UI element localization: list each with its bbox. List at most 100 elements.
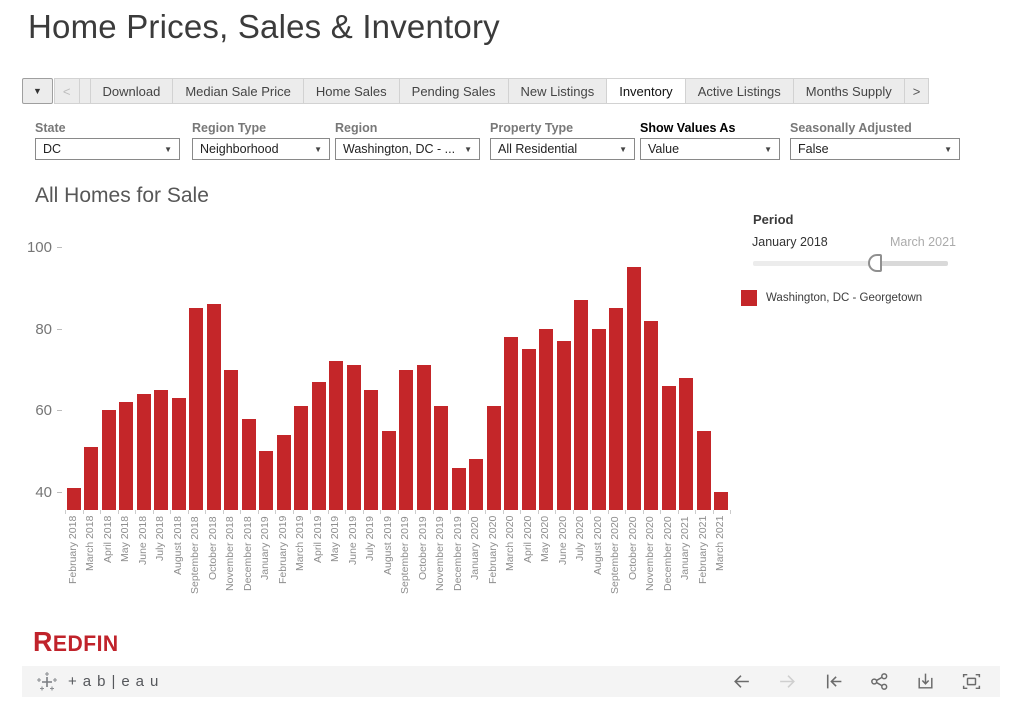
x-tick-mark (730, 510, 731, 514)
tab-inventory[interactable]: Inventory (606, 78, 685, 104)
x-tick-mark (118, 510, 119, 514)
bar-november-2020[interactable] (644, 321, 658, 511)
bar-november-2019[interactable] (434, 406, 448, 510)
filter-dropdown-seasonally-adjusted[interactable]: False▼ (790, 138, 960, 160)
bar-august-2018[interactable] (172, 398, 186, 510)
bar-july-2018[interactable] (154, 390, 168, 510)
tableau-logo[interactable]: +ab|eau (36, 671, 164, 693)
reset-button[interactable] (823, 671, 844, 692)
tab-new-listings[interactable]: New Listings (508, 78, 608, 104)
tab-home-sales[interactable]: Home Sales (303, 78, 400, 104)
legend-item[interactable]: Washington, DC - Georgetown (741, 290, 922, 306)
bar-january-2019[interactable] (259, 451, 273, 510)
filter-dropdown-region-type[interactable]: Neighborhood▼ (192, 138, 330, 160)
period-slider-track-right[interactable] (873, 261, 948, 266)
bar-january-2021[interactable] (679, 378, 693, 510)
x-tick-label: September 2019 (399, 516, 411, 606)
tabs-scroll-right-button[interactable]: > (904, 78, 930, 104)
period-slider-track[interactable] (753, 261, 873, 266)
x-tick-label: July 2020 (574, 516, 586, 606)
bar-july-2019[interactable] (364, 390, 378, 510)
bar-january-2020[interactable] (469, 459, 483, 510)
bar-december-2020[interactable] (662, 386, 676, 510)
fullscreen-button[interactable] (961, 671, 982, 692)
bar-september-2020[interactable] (609, 308, 623, 510)
tabs-scroll-left-button[interactable]: < (54, 78, 80, 104)
bar-march-2021[interactable] (714, 492, 728, 510)
reset-view-icon (823, 671, 844, 692)
tab-download[interactable]: Download (90, 78, 174, 104)
tab-list: DownloadMedian Sale PriceHome SalesPendi… (91, 78, 905, 104)
bar-march-2018[interactable] (84, 447, 98, 510)
redfin-logo: REDFIN (33, 626, 119, 658)
bar-september-2019[interactable] (399, 370, 413, 511)
bar-august-2020[interactable] (592, 329, 606, 510)
filter-dropdown-region[interactable]: Washington, DC - ...▼ (335, 138, 480, 160)
bar-september-2018[interactable] (189, 308, 203, 510)
filter-label-show-values-as: Show Values As (640, 121, 735, 135)
x-tick-mark (345, 510, 346, 514)
bar-february-2019[interactable] (277, 435, 291, 510)
tab-median-sale-price[interactable]: Median Sale Price (172, 78, 304, 104)
download-button[interactable] (915, 671, 936, 692)
x-tick-mark (485, 510, 486, 514)
x-tick-label: May 2020 (539, 516, 551, 606)
x-tick-label: May 2018 (119, 516, 131, 606)
filter-value-seasonally-adjusted: False (798, 142, 829, 156)
bar-june-2020[interactable] (557, 341, 571, 510)
x-tick-label: November 2020 (644, 516, 656, 606)
bar-may-2019[interactable] (329, 361, 343, 510)
tab-pending-sales[interactable]: Pending Sales (399, 78, 509, 104)
bar-february-2021[interactable] (697, 431, 711, 510)
redo-button[interactable] (777, 671, 798, 692)
filter-value-region-type: Neighborhood (200, 142, 279, 156)
bar-june-2019[interactable] (347, 365, 361, 510)
x-tick-mark (170, 510, 171, 514)
bar-october-2020[interactable] (627, 267, 641, 510)
bar-march-2020[interactable] (504, 337, 518, 510)
x-tick-mark (398, 510, 399, 514)
filter-dropdown-show-values-as[interactable]: Value▼ (640, 138, 780, 160)
x-tick-label: October 2020 (627, 516, 639, 606)
bar-april-2020[interactable] (522, 349, 536, 510)
bar-december-2019[interactable] (452, 468, 466, 511)
period-end-value: March 2021 (753, 235, 956, 249)
bar-april-2019[interactable] (312, 382, 326, 510)
x-tick-label: July 2019 (364, 516, 376, 606)
bar-may-2020[interactable] (539, 329, 553, 510)
bar-october-2018[interactable] (207, 304, 221, 510)
filter-label-region-type: Region Type (192, 121, 266, 135)
x-tick-label: November 2019 (434, 516, 446, 606)
y-tick-label: 60 (35, 402, 52, 419)
bar-june-2018[interactable] (137, 394, 151, 510)
period-label: Period (753, 212, 793, 227)
period-slider-handle[interactable] (868, 254, 882, 272)
bar-may-2018[interactable] (119, 402, 133, 510)
caret-down-icon: ▼ (33, 86, 42, 96)
tab-menu-button[interactable]: ▼ (22, 78, 53, 104)
tab-active-listings[interactable]: Active Listings (685, 78, 794, 104)
x-tick-mark (538, 510, 539, 514)
bar-april-2018[interactable] (102, 410, 116, 510)
tab-months-supply[interactable]: Months Supply (793, 78, 905, 104)
share-button[interactable] (869, 671, 890, 692)
x-tick-mark (188, 510, 189, 514)
bar-november-2018[interactable] (224, 370, 238, 511)
x-tick-label: March 2019 (294, 516, 306, 606)
bar-july-2020[interactable] (574, 300, 588, 510)
undo-button[interactable] (731, 671, 752, 692)
x-tick-label: June 2020 (557, 516, 569, 606)
bar-march-2019[interactable] (294, 406, 308, 510)
y-tick-label: 80 (35, 321, 52, 338)
bar-december-2018[interactable] (242, 419, 256, 511)
bar-october-2019[interactable] (417, 365, 431, 510)
bar-august-2019[interactable] (382, 431, 396, 510)
filter-label-region: Region (335, 121, 377, 135)
bar-february-2020[interactable] (487, 406, 501, 510)
bar-february-2018[interactable] (67, 488, 81, 510)
x-tick-label: March 2021 (714, 516, 726, 606)
bar-plot (65, 240, 730, 510)
x-tick-label: February 2019 (277, 516, 289, 606)
filter-dropdown-state[interactable]: DC▼ (35, 138, 180, 160)
filter-dropdown-property-type[interactable]: All Residential▼ (490, 138, 635, 160)
